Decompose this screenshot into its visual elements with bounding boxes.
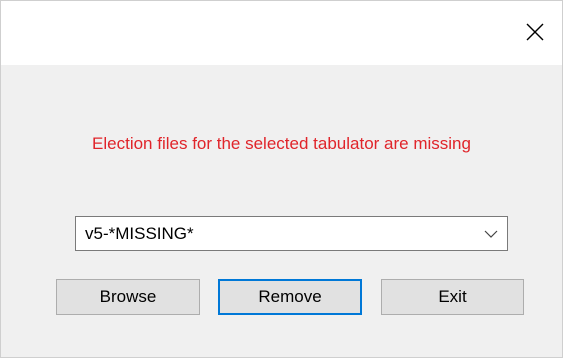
election-files-dropdown[interactable]: v5-*MISSING* (75, 216, 508, 251)
dropdown-selected-value: v5-*MISSING* (85, 224, 194, 243)
close-button[interactable] (518, 15, 552, 49)
chevron-down-icon (484, 230, 498, 238)
exit-button[interactable]: Exit (381, 279, 524, 315)
dialog-window: Election files for the selected tabulato… (0, 0, 563, 358)
error-message: Election files for the selected tabulato… (92, 134, 471, 153)
remove-button[interactable]: Remove (218, 279, 362, 315)
browse-button[interactable]: Browse (56, 279, 200, 315)
close-icon (526, 23, 544, 41)
title-bar (1, 1, 562, 65)
